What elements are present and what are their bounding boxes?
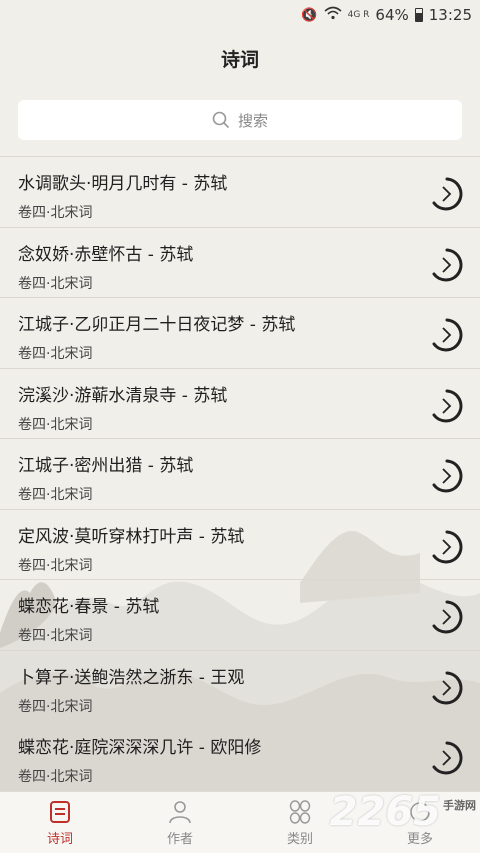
tab-label: 作者 [166,831,193,847]
wifi-icon [324,6,342,24]
search-bar[interactable]: 搜索 [18,100,462,140]
battery-percent: 64% [375,6,409,24]
search-icon [212,111,230,129]
poem-collection: 卷四·北宋词 [18,205,93,221]
list-item[interactable]: 水调歌头·明月几时有 - 苏轼 卷四·北宋词 [0,156,480,227]
category-grid-icon [289,799,311,824]
mute-icon: 🔇 [301,7,318,23]
poem-title: 念奴娇·赤壁怀古 - 苏轼 [18,244,194,265]
poem-title: 卜算子·送鲍浩然之浙东 - 王观 [18,667,245,688]
page-title: 诗词 [220,48,259,71]
poem-collection: 卷四·北宋词 [18,275,93,292]
list-item[interactable]: 蝶恋花·庭院深深深几许 - 欧阳修 卷四·北宋词 [0,720,480,791]
battery-icon [414,8,423,22]
list-item[interactable]: 蝶恋花·春景 - 苏轼 卷四·北宋词 [0,579,480,650]
status-bar: 🔇 4G R 64% 13:25 [0,0,480,30]
chevron-right-icon [432,318,463,352]
tab-label: 类别 [286,831,313,847]
poem-title: 浣溪沙·游蕲水清泉寺 - 苏轼 [18,385,228,406]
poem-collection: 卷四·北宋词 [18,416,93,433]
poem-collection: 卷四·北宋词 [18,557,93,574]
chevron-right-icon [432,248,463,281]
poem-title: 定风波·莫听穿林打叶声 - 苏轼 [18,526,245,547]
poem-collection: 卷四·北宋词 [18,346,93,362]
poem-collection: 卷四·北宋词 [18,769,93,785]
list-item[interactable]: 念奴娇·赤壁怀古 - 苏轼 卷四·北宋词 [0,226,480,298]
tab-label: 诗词 [46,831,73,847]
list-item[interactable]: 定风波·莫听穿林打叶声 - 苏轼 卷四·北宋词 [0,508,480,580]
chevron-right-icon [432,530,463,563]
clock: 13:25 [428,6,472,24]
chevron-right-icon [432,459,463,493]
site-watermark: 2265 手游网 [330,789,476,835]
watermark-site: 手游网 [443,799,476,812]
poem-title: 蝶恋花·庭院深深深几许 - 欧阳修 [18,738,262,758]
watermark-brand: 2265 [329,789,441,835]
chevron-right-icon [432,600,463,634]
poem-collection: 卷四·北宋词 [18,628,93,644]
poem-title: 蝶恋花·春景 - 苏轼 [18,597,160,617]
poem-collection: 卷四·北宋词 [18,487,93,503]
list-item[interactable]: 卜算子·送鲍浩然之浙东 - 王观 卷四·北宋词 [0,649,480,721]
poem-collection: 卷四·北宋词 [18,698,93,715]
search-placeholder: 搜索 [237,111,268,130]
poem-title: 江城子·密州出猎 - 苏轼 [18,456,194,476]
poem-title: 水调歌头·明月几时有 - 苏轼 [18,174,228,194]
chevron-right-icon [432,177,463,211]
chevron-right-icon [432,741,463,775]
chevron-right-icon [432,389,463,422]
tab-poems[interactable]: 诗词 [0,792,120,853]
list-item[interactable]: 江城子·乙卯正月二十日夜记梦 - 苏轼 卷四·北宋词 [0,297,480,368]
poem-list: 水调歌头·明月几时有 - 苏轼 卷四·北宋词 念奴娇·赤壁怀古 - 苏轼 卷四·… [0,156,480,791]
poem-list-icon [50,800,70,823]
poem-title: 江城子·乙卯正月二十日夜记梦 - 苏轼 [18,315,296,335]
list-item[interactable]: 浣溪沙·游蕲水清泉寺 - 苏轼 卷四·北宋词 [0,367,480,439]
chevron-right-icon [432,671,463,704]
cell-signal-icon: 4G R [347,10,370,20]
list-item[interactable]: 江城子·密州出猎 - 苏轼 卷四·北宋词 [0,438,480,509]
person-icon [169,800,191,823]
tab-authors[interactable]: 作者 [120,792,240,853]
